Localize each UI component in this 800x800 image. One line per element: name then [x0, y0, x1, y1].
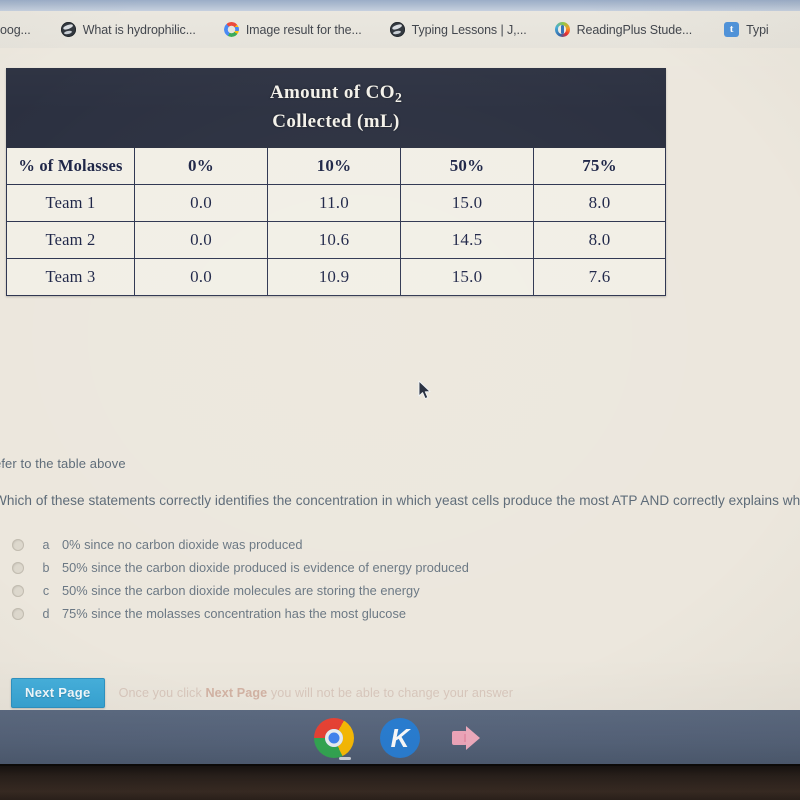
option-letter: a [42, 537, 50, 552]
table-cell: 0.0 [134, 258, 268, 297]
screencast-icon[interactable] [446, 718, 486, 758]
google-g-icon [223, 22, 240, 37]
table-cell: 10.9 [267, 258, 401, 297]
table-cell: 10.6 [267, 221, 401, 260]
kami-icon[interactable]: K [380, 718, 420, 758]
bookmark-label: Typing Lessons | J,... [411, 22, 527, 37]
warning-post: you will not be able to change your answ… [267, 686, 514, 700]
bookmark-item-0[interactable]: oog... [0, 20, 40, 40]
chrome-active-indicator [339, 757, 351, 760]
answer-options: a 0% since no carbon dioxide was produce… [12, 533, 612, 625]
bookmark-label: oog... [0, 22, 31, 37]
table-header-cell: 50% [400, 147, 534, 186]
next-page-button[interactable]: Next Page [11, 678, 105, 708]
option-text: 0% since no carbon dioxide was produced [62, 537, 303, 552]
table-cell: 0.0 [134, 184, 268, 223]
table-cell: 15.0 [400, 258, 534, 297]
table-cell: 11.0 [267, 184, 401, 223]
readingplus-icon [554, 22, 570, 37]
warning-pre: Once you click [118, 686, 206, 700]
table-cell: 7.6 [532, 258, 667, 297]
question-block: efer to the table above Which of these s… [0, 456, 800, 508]
table-header-cell: 10% [267, 147, 401, 186]
bookmark-item-5[interactable]: t Typi [715, 19, 778, 40]
answer-option-a[interactable]: a 0% since no carbon dioxide was produce… [12, 533, 612, 556]
bookmark-item-4[interactable]: ReadingPlus Stude... [546, 19, 701, 40]
radio-button-icon[interactable] [12, 584, 24, 597]
table-row: Team 1 0.0 11.0 15.0 8.0 [6, 184, 667, 223]
radio-button-icon[interactable] [12, 561, 24, 574]
table-cell: 0.0 [134, 221, 268, 260]
bookmark-label: Image result for the... [245, 22, 362, 37]
answer-option-b[interactable]: b 50% since the carbon dioxide produced … [12, 556, 612, 579]
footer-action-bar: Next Page Once you click Next Page you w… [11, 678, 513, 708]
table-header-cell: % of Molasses [6, 147, 135, 186]
option-text: 50% since the carbon dioxide produced is… [62, 560, 469, 575]
refer-to-table-text: efer to the table above [0, 456, 126, 471]
bookmarks-bar[interactable]: oog... What is hydrophilic... Image resu… [0, 11, 800, 49]
table-title: Amount of CO2 Collected (mL) [5, 67, 667, 149]
table-cell: 8.0 [532, 221, 667, 260]
table-cell: 8.0 [532, 184, 667, 223]
globe-icon [389, 22, 405, 37]
option-letter: c [42, 583, 50, 598]
chrome-icon[interactable] [314, 718, 354, 758]
table-row-label: Team 1 [6, 184, 135, 223]
option-text: 50% since the carbon dioxide molecules a… [62, 583, 420, 598]
table-row: Team 3 0.0 10.9 15.0 7.6 [6, 258, 667, 297]
browser-tab-strip [0, 0, 800, 11]
table-header-cell: 0% [134, 147, 268, 186]
page-content: Amount of CO2 Collected (mL) % of Molass… [0, 48, 800, 710]
bookmark-item-1[interactable]: What is hydrophilic... [52, 19, 205, 40]
typing-t-icon: t [724, 22, 740, 37]
table-title-row: Amount of CO2 Collected (mL) [5, 67, 667, 149]
table-cell: 14.5 [400, 221, 534, 260]
option-letter: b [42, 560, 50, 575]
table-title-subscript: 2 [394, 89, 403, 105]
radio-button-icon[interactable] [12, 607, 24, 620]
screenshot-root: oog... What is hydrophilic... Image resu… [0, 0, 800, 800]
laptop-bezel [0, 766, 800, 800]
bookmark-item-2[interactable]: Image result for the... [215, 19, 371, 40]
bookmark-label: ReadingPlus Stude... [576, 22, 693, 37]
screencast-glyph [452, 726, 480, 750]
table-header-row: % of Molasses 0% 10% 50% 75% [6, 147, 667, 186]
mouse-cursor [418, 380, 431, 400]
table-row: Team 2 0.0 10.6 14.5 8.0 [6, 221, 667, 260]
table-title-line2: Collected (mL) [272, 110, 400, 132]
globe-icon [60, 22, 76, 37]
table-row-label: Team 3 [6, 258, 135, 297]
table-row-label: Team 2 [6, 221, 135, 260]
option-text: 75% since the molasses concentration has… [62, 606, 406, 621]
answer-option-d[interactable]: d 75% since the molasses concentration h… [12, 602, 612, 625]
table-header-cell: 75% [532, 147, 667, 186]
bookmark-label: Typi [746, 22, 769, 37]
option-letter: d [42, 606, 50, 621]
chromeos-shelf[interactable]: K [0, 710, 800, 766]
question-prompt: Which of these statements correctly iden… [0, 493, 800, 508]
table-title-line1: Amount of CO [269, 82, 395, 103]
radio-button-icon[interactable] [12, 538, 24, 551]
co2-data-table: Amount of CO2 Collected (mL) % of Molass… [5, 67, 667, 297]
next-page-warning: Once you click Next Page you will not be… [119, 686, 514, 700]
warning-strong: Next Page [205, 686, 268, 700]
bookmark-label: What is hydrophilic... [82, 22, 196, 37]
answer-option-c[interactable]: c 50% since the carbon dioxide molecules… [12, 579, 612, 602]
table-cell: 15.0 [400, 184, 534, 223]
bookmark-item-3[interactable]: Typing Lessons | J,... [381, 19, 536, 40]
